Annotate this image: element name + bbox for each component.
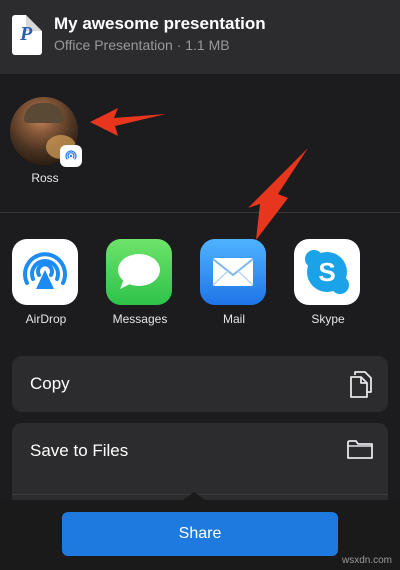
app-label-skype: Skype xyxy=(311,312,345,326)
person-name: Ross xyxy=(31,171,59,185)
file-title: My awesome presentation xyxy=(54,14,266,33)
airdrop-icon xyxy=(12,239,78,305)
airdrop-badge-icon xyxy=(60,145,82,167)
mail-icon xyxy=(200,239,266,305)
file-icon-letter: P xyxy=(20,23,33,45)
save-to-files-action[interactable]: Save to Files xyxy=(12,423,388,503)
copy-action[interactable]: Copy xyxy=(12,356,388,412)
annotation-arrow-mail xyxy=(248,148,308,240)
app-label-airdrop: AirDrop xyxy=(25,312,67,326)
app-label-mail: Mail xyxy=(222,312,245,326)
folder-icon xyxy=(346,437,374,466)
file-subtitle: Office Presentation · 1.1 MB xyxy=(54,37,230,53)
app-airdrop[interactable]: AirDrop xyxy=(12,239,80,326)
app-skype[interactable]: S Skype xyxy=(294,239,362,326)
section-divider xyxy=(0,212,400,213)
messages-icon xyxy=(106,239,172,305)
share-button[interactable]: Share xyxy=(62,512,338,556)
copy-label: Copy xyxy=(30,374,70,393)
popover-notch xyxy=(180,492,208,502)
presentation-file-icon: P xyxy=(12,15,42,55)
svg-text:S: S xyxy=(318,257,335,287)
share-sheet-header: P My awesome presentation Office Present… xyxy=(0,0,400,74)
skype-icon: S xyxy=(294,239,360,305)
app-label-messages: Messages xyxy=(112,312,168,326)
save-to-files-label: Save to Files xyxy=(30,441,129,460)
copy-icon xyxy=(348,370,374,403)
app-messages[interactable]: Messages xyxy=(106,239,174,326)
app-mail[interactable]: Mail xyxy=(200,239,268,326)
watermark: wsxdn.com xyxy=(341,555,392,566)
annotation-arrow-person xyxy=(90,108,166,136)
